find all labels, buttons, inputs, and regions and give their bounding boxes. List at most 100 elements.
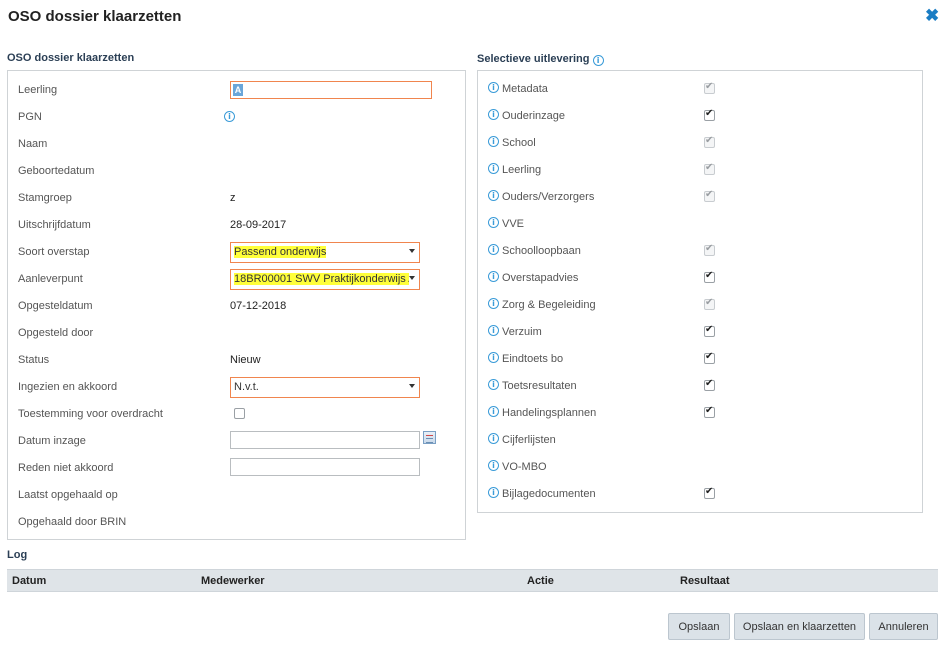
field-label: Opgesteldatum [18,300,93,312]
field-label: Ingezien en akkoord [18,381,118,393]
info-icon[interactable]: i [592,55,604,66]
uitlevering-item: i Zorg & Begeleiding [488,297,908,317]
uitlevering-label: Verzuim [502,326,542,338]
field-opgesteld-door: Opgesteld door [18,325,458,345]
field-value: 28-09-2017 [230,219,287,231]
calendar-icon[interactable] [423,431,436,444]
info-icon[interactable]: i [488,217,499,228]
save-button[interactable]: Opslaan [668,613,730,640]
uitlevering-checkbox[interactable] [704,324,715,337]
info-icon[interactable]: i [488,433,499,444]
uitlevering-label: Toetsresultaten [502,380,577,392]
field-datum-inzage: Datum inzage [18,431,458,453]
uitlevering-item: i School [488,135,908,155]
field-leerling: Leerling A [18,81,458,102]
uitlevering-label: Metadata [502,83,548,95]
uitlevering-item: i Leerling [488,162,908,182]
leerling-initial: A [233,84,243,96]
info-icon[interactable]: i [488,109,499,120]
uitlevering-item: i Schoolloopbaan [488,243,908,263]
field-label: Opgesteld door [18,327,94,339]
leerling-input[interactable]: A [230,81,432,99]
field-label: Uitschrijfdatum [18,219,91,231]
uitlevering-label: Ouders/Verzorgers [502,191,595,203]
dialog-title: OSO dossier klaarzetten [8,8,182,25]
uitlevering-item: i Verzuim [488,324,908,344]
field-label: Geboortedatum [18,165,95,177]
column-header: Datum [12,575,47,587]
field-label: Naam [18,138,48,150]
info-icon[interactable]: i [488,352,499,363]
uitlevering-label: Cijferlijsten [502,434,556,446]
uitlevering-label: Schoolloopbaan [502,245,581,257]
uitlevering-checkbox [704,162,715,175]
info-icon[interactable]: i [488,298,499,309]
uitlevering-item: i Overstapadvies [488,270,908,290]
uitlevering-checkbox [704,189,715,202]
log-title: Log [7,549,28,561]
cancel-button[interactable]: Annuleren [869,613,938,640]
right-section-title: Selectieve uitlevering i [477,53,604,66]
column-header: Actie [527,575,554,587]
close-icon[interactable]: ✖ [925,7,939,24]
field-value: 07-12-2018 [230,300,287,312]
info-icon[interactable]: i [488,406,499,417]
info-icon[interactable]: i [488,487,499,498]
uitlevering-checkbox [704,243,715,256]
info-icon[interactable]: i [488,379,499,390]
save-and-ready-button[interactable]: Opslaan en klaarzetten [734,613,865,640]
right-section-title-text: Selectieve uitlevering [477,53,590,65]
field-naam: Naam [18,136,458,156]
field-soort-overstap: Soort overstap Passend onderwijs [18,242,458,264]
uitlevering-item: i Ouderinzage [488,108,908,128]
info-icon[interactable]: i [488,325,499,336]
field-label: Reden niet akkoord [18,462,114,474]
chevron-down-icon [409,276,415,280]
uitlevering-label: Handelingsplannen [502,407,597,419]
column-header: Resultaat [680,575,730,587]
ingezien-select[interactable]: N.v.t. [230,377,420,398]
aanleverpunt-select[interactable]: 18BR00001 SWV Praktijkonderwijs A [230,269,420,290]
uitlevering-checkbox[interactable] [704,351,715,364]
uitlevering-item: i Cijferlijsten [488,432,908,452]
toestemming-checkbox[interactable] [234,408,245,419]
field-label: Soort overstap [18,246,90,258]
uitlevering-checkbox[interactable] [704,378,715,391]
field-uitschrijfdatum: Uitschrijfdatum 28-09-2017 [18,217,458,237]
uitlevering-item: i VO-MBO [488,459,908,479]
uitlevering-checkbox[interactable] [704,486,715,499]
select-value: 18BR00001 SWV Praktijkonderwijs A [234,273,409,285]
field-status: Status Nieuw [18,352,458,372]
info-icon[interactable]: i [488,460,499,471]
uitlevering-item: i Eindtoets bo [488,351,908,371]
info-icon[interactable]: i [488,190,499,201]
uitlevering-item: i Handelingsplannen [488,405,908,425]
uitlevering-checkbox [704,297,715,310]
uitlevering-checkbox [704,135,715,148]
info-icon[interactable]: i [488,163,499,174]
info-icon[interactable]: i [488,244,499,255]
chevron-down-icon [409,384,415,388]
field-pgn: PGN i [18,109,458,129]
uitlevering-item: i Ouders/Verzorgers [488,189,908,209]
field-ingezien: Ingezien en akkoord N.v.t. [18,377,458,399]
dossier-form: Leerling A PGN i Naam Geboortedatum Stam… [7,70,466,540]
uitlevering-item: i Toetsresultaten [488,378,908,398]
field-label: PGN [18,111,42,123]
reden-input[interactable] [230,458,420,476]
soort-overstap-select[interactable]: Passend onderwijs [230,242,420,263]
field-toestemming: Toestemming voor overdracht [18,406,458,426]
uitlevering-checkbox[interactable] [704,405,715,418]
uitlevering-checkbox[interactable] [704,270,715,283]
info-icon[interactable]: i [224,111,235,122]
field-label: Aanleverpunt [18,273,83,285]
info-icon[interactable]: i [488,271,499,282]
field-label: Laatst opgehaald op [18,489,118,501]
info-icon[interactable]: i [488,82,499,93]
field-reden: Reden niet akkoord [18,458,458,480]
select-value: Passend onderwijs [234,246,327,258]
left-section-title: OSO dossier klaarzetten [7,52,135,64]
datum-inzage-input[interactable] [230,431,420,449]
info-icon[interactable]: i [488,136,499,147]
uitlevering-checkbox[interactable] [704,108,715,121]
